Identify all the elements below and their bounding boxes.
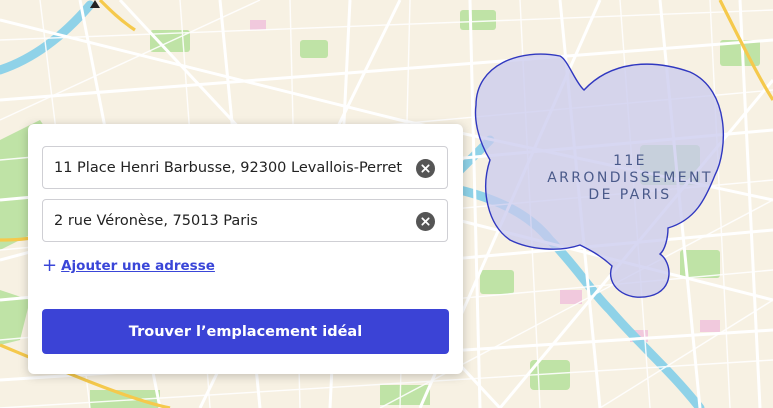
area-label-line-3: DE PARIS [588, 187, 671, 203]
clear-address-1-button[interactable] [416, 159, 435, 178]
close-icon [421, 164, 430, 173]
address-field-2[interactable]: 2 rue Véronèse, 75013 Paris [42, 199, 448, 242]
add-address-link[interactable]: + Ajouter une adresse [42, 257, 215, 275]
clear-address-2-button[interactable] [416, 212, 435, 231]
address-field-2-value[interactable]: 2 rue Véronèse, 75013 Paris [54, 213, 258, 229]
address-field-1-value[interactable]: 11 Place Henri Barbusse, 92300 Levallois… [54, 160, 402, 176]
close-icon [421, 217, 430, 226]
add-address-label[interactable]: Ajouter une adresse [61, 258, 215, 274]
address-form-panel: 11 Place Henri Barbusse, 92300 Levallois… [28, 124, 463, 374]
find-ideal-location-button[interactable]: Trouver l’emplacement idéal [42, 309, 449, 354]
plus-icon: + [42, 255, 58, 276]
address-field-1[interactable]: 11 Place Henri Barbusse, 92300 Levallois… [42, 146, 448, 189]
area-label-line-1: 11E [613, 153, 647, 169]
area-label-line-2: ARRONDISSEMENT [547, 170, 713, 186]
